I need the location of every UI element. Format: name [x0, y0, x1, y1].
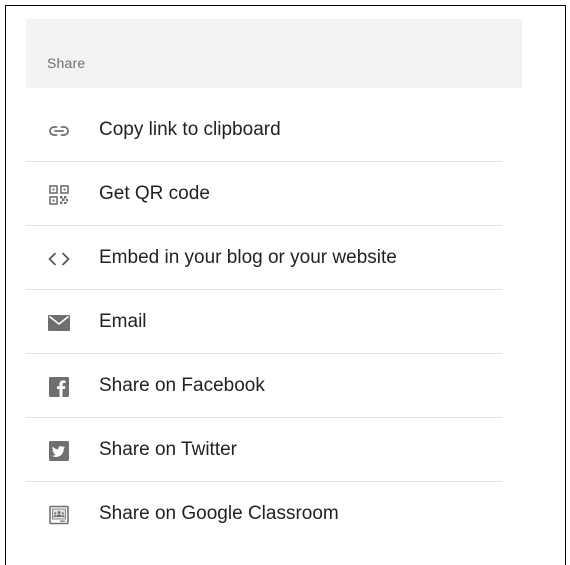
- code-embed-icon: [48, 248, 70, 270]
- embed-button[interactable]: Embed in your blog or your website: [26, 226, 502, 290]
- share-google-classroom-button[interactable]: Share on Google Classroom: [26, 482, 502, 546]
- share-facebook-label: Share on Facebook: [99, 375, 265, 396]
- qr-code-button[interactable]: Get QR code: [26, 162, 502, 226]
- google-classroom-icon: [48, 504, 70, 526]
- twitter-icon: [48, 440, 70, 462]
- copy-link-button[interactable]: Copy link to clipboard: [26, 98, 502, 162]
- share-header-title: Share: [47, 55, 86, 71]
- envelope-icon: [48, 312, 70, 334]
- qr-code-icon: [48, 184, 70, 206]
- email-label: Email: [99, 311, 147, 332]
- link-icon: [48, 120, 70, 142]
- qr-code-label: Get QR code: [99, 183, 210, 204]
- share-facebook-button[interactable]: Share on Facebook: [26, 354, 502, 418]
- share-menu: Copy link to clipboard Get QR code Embed…: [26, 98, 502, 546]
- embed-label: Embed in your blog or your website: [99, 247, 397, 268]
- email-button[interactable]: Email: [26, 290, 502, 354]
- copy-link-label: Copy link to clipboard: [99, 119, 281, 140]
- facebook-icon: [48, 376, 70, 398]
- share-google-classroom-label: Share on Google Classroom: [99, 503, 339, 524]
- share-twitter-button[interactable]: Share on Twitter: [26, 418, 502, 482]
- share-twitter-label: Share on Twitter: [99, 439, 238, 460]
- share-header: Share: [26, 19, 522, 88]
